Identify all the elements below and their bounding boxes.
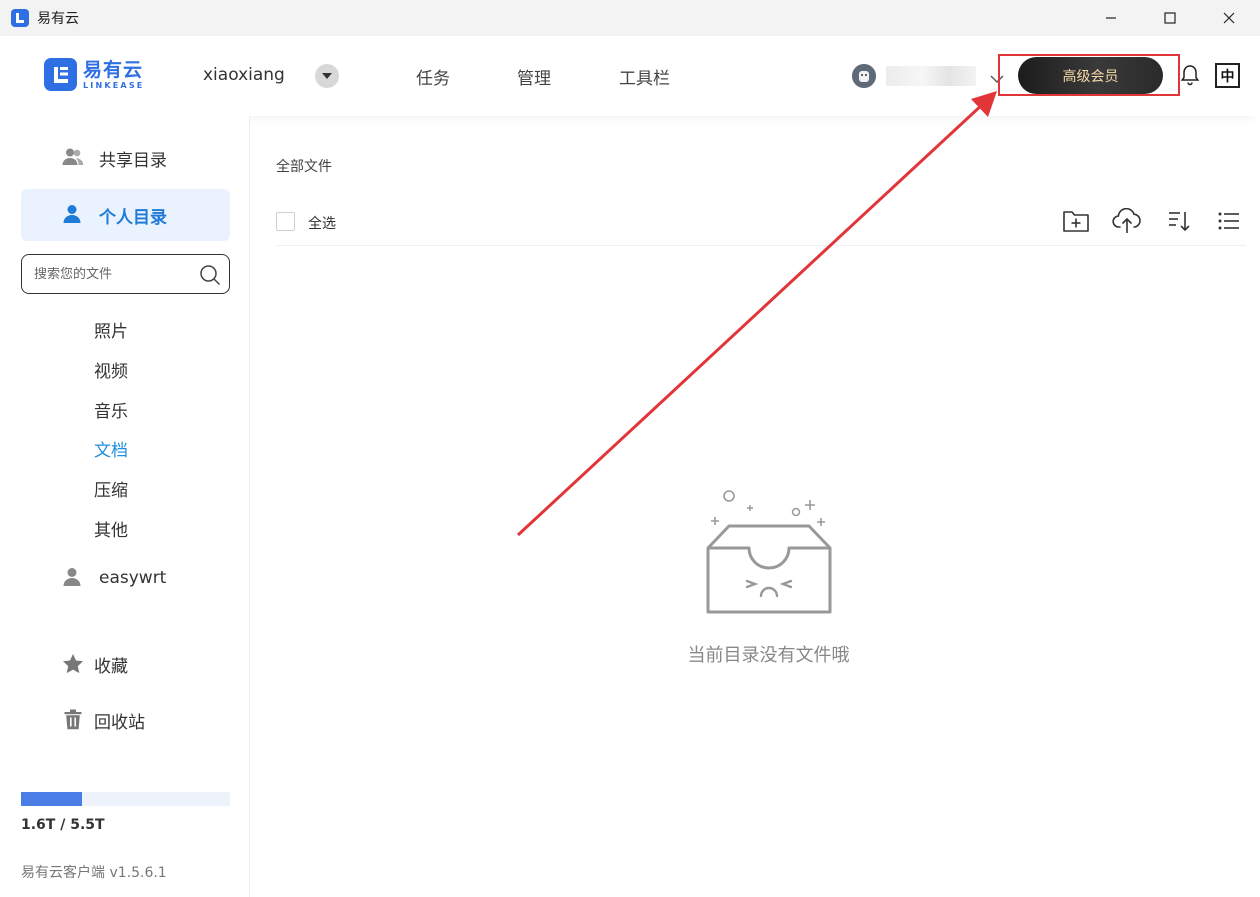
nav-tasks[interactable]: 任务 — [416, 64, 450, 89]
app-header: 易有云 LINKEASE xiaoxiang 任务 管理 工具栏 高级会员 中 — [0, 36, 1260, 116]
language-toggle[interactable]: 中 — [1215, 63, 1240, 88]
category-videos[interactable]: 视频 — [94, 357, 128, 382]
star-icon — [62, 653, 84, 679]
users-icon — [62, 147, 84, 172]
caret-down-icon — [322, 73, 332, 79]
sort-icon — [1169, 212, 1190, 232]
bell-icon — [1180, 65, 1200, 86]
client-version: 易有云客户端 v1.5.6.1 — [21, 865, 167, 881]
title-bar: 易有云 — [0, 0, 1260, 36]
breadcrumb[interactable]: 全部文件 — [276, 156, 332, 176]
sidebar-item-device[interactable]: easywrt — [21, 552, 230, 604]
file-browser: 全部文件 全选 当前目录没有文件哦 — [251, 116, 1260, 897]
storage-usage-bar — [21, 792, 230, 806]
close-icon — [1223, 12, 1235, 24]
sort-button[interactable] — [1164, 206, 1194, 236]
category-music[interactable]: 音乐 — [94, 397, 128, 422]
app-logo-icon — [11, 9, 29, 27]
maximize-button[interactable] — [1140, 0, 1200, 36]
minimize-button[interactable] — [1081, 0, 1141, 36]
storage-usage-text: 1.6T / 5.5T — [21, 817, 105, 833]
logo-subtext: LINKEASE — [83, 80, 145, 90]
empty-state-message: 当前目录没有文件哦 — [687, 645, 850, 666]
empty-box-icon — [703, 488, 833, 622]
trash-icon — [64, 709, 82, 735]
nav-manage[interactable]: 管理 — [517, 64, 551, 89]
file-toolbar: 全选 — [276, 200, 1246, 246]
search-icon — [200, 265, 221, 286]
user-switch-dropdown[interactable] — [315, 64, 339, 88]
sidebar-item-label: easywrt — [99, 568, 167, 588]
search-button[interactable] — [199, 264, 221, 290]
logo-text: 易有云 — [83, 58, 144, 81]
sidebar-item-personal[interactable]: 个人目录 — [21, 189, 230, 241]
upload-cloud-icon — [1112, 208, 1141, 233]
sidebar-item-shared[interactable]: 共享目录 — [21, 132, 230, 184]
account-name-redacted — [886, 66, 976, 86]
avatar[interactable] — [852, 64, 876, 88]
nav-toolbar[interactable]: 工具栏 — [619, 64, 670, 89]
notification-button[interactable] — [1180, 64, 1200, 90]
new-folder-icon — [1063, 211, 1089, 232]
sidebar-item-label: 回收站 — [94, 712, 145, 733]
user-icon — [62, 567, 82, 592]
category-documents[interactable]: 文档 — [94, 436, 128, 461]
sidebar-item-label: 收藏 — [94, 656, 128, 677]
current-user-name[interactable]: xiaoxiang — [203, 65, 285, 85]
category-photos[interactable]: 照片 — [94, 317, 128, 342]
annotation-highlight-box — [998, 54, 1180, 96]
close-button[interactable] — [1199, 0, 1259, 36]
list-view-icon — [1218, 212, 1239, 230]
sidebar-item-recycle-bin[interactable]: 回收站 — [21, 694, 230, 746]
view-mode-button[interactable] — [1214, 206, 1244, 236]
new-folder-button[interactable] — [1061, 206, 1091, 236]
logo-icon — [44, 58, 77, 91]
category-archives[interactable]: 压缩 — [94, 476, 128, 501]
brand-logo[interactable]: 易有云 LINKEASE — [44, 58, 144, 91]
sidebar-item-label: 共享目录 — [99, 150, 167, 171]
maximize-icon — [1164, 12, 1176, 24]
select-all-checkbox[interactable] — [276, 212, 295, 231]
category-other[interactable]: 其他 — [94, 516, 128, 541]
search-box — [21, 254, 230, 294]
minimize-icon — [1106, 17, 1116, 19]
window-title: 易有云 — [37, 11, 79, 27]
sidebar-item-favorites[interactable]: 收藏 — [21, 638, 230, 690]
upload-button[interactable] — [1112, 206, 1142, 236]
sidebar-item-label: 个人目录 — [99, 207, 167, 228]
user-icon — [62, 204, 82, 229]
select-all-label[interactable]: 全选 — [308, 213, 336, 233]
storage-usage-fill — [21, 792, 82, 806]
sidebar: 共享目录 个人目录 照片 视频 音乐 文档 压缩 其他 — [0, 116, 250, 897]
search-input[interactable] — [34, 266, 194, 282]
